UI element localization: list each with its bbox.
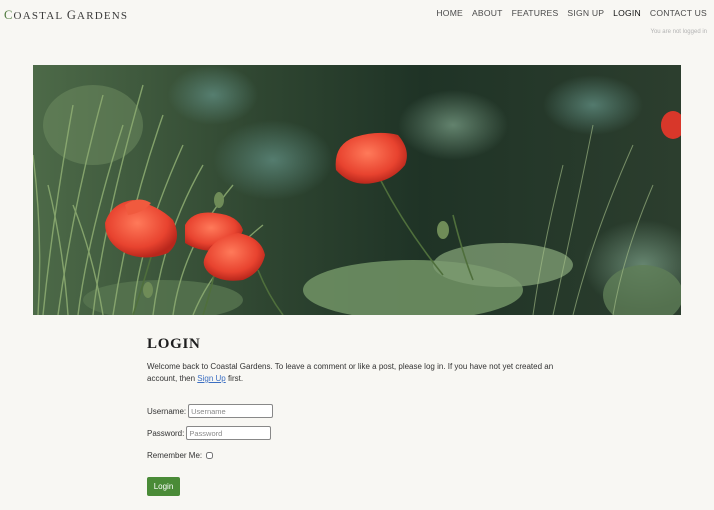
nav-features[interactable]: FEATURES: [512, 8, 559, 18]
intro-text: Welcome back to Coastal Gardens. To leav…: [147, 361, 567, 385]
remember-me-label: Remember Me:: [147, 450, 203, 460]
password-label: Password:: [147, 428, 185, 438]
intro-text-after: first.: [225, 374, 244, 383]
page-title: LOGIN: [147, 336, 201, 352]
remember-me-checkbox[interactable]: [206, 451, 214, 459]
logo-word-coastal: OASTAL: [13, 10, 63, 22]
username-row: Username:: [147, 404, 567, 418]
login-form: Username: Password: Remember Me: Login: [147, 404, 567, 496]
nav-login[interactable]: LOGIN: [613, 8, 641, 18]
site-logo[interactable]: COASTAL GARDENS: [4, 8, 128, 23]
remember-row: Remember Me:: [147, 448, 567, 462]
logo-initial-g: G: [66, 8, 78, 22]
password-input[interactable]: [186, 426, 272, 440]
login-button[interactable]: Login: [147, 477, 180, 496]
poppy-field-image: [33, 65, 681, 315]
main-nav: HOME ABOUT FEATURES SIGN UP LOGIN CONTAC…: [436, 8, 707, 18]
hero-image: [33, 65, 681, 315]
nav-contact-us[interactable]: CONTACT US: [650, 8, 707, 18]
logo-word-gardens: ARDENS: [77, 10, 129, 22]
nav-home[interactable]: HOME: [436, 8, 463, 18]
login-status-text: You are not logged in: [650, 29, 708, 35]
nav-sign-up[interactable]: SIGN UP: [567, 8, 604, 18]
username-input[interactable]: [188, 404, 274, 418]
sign-up-link[interactable]: Sign Up: [197, 374, 225, 383]
username-label: Username:: [147, 406, 187, 416]
password-row: Password:: [147, 426, 567, 440]
nav-about[interactable]: ABOUT: [472, 8, 503, 18]
logo-initial-c: C: [4, 8, 14, 22]
login-section: LOGIN Welcome back to Coastal Gardens. T…: [147, 336, 567, 496]
